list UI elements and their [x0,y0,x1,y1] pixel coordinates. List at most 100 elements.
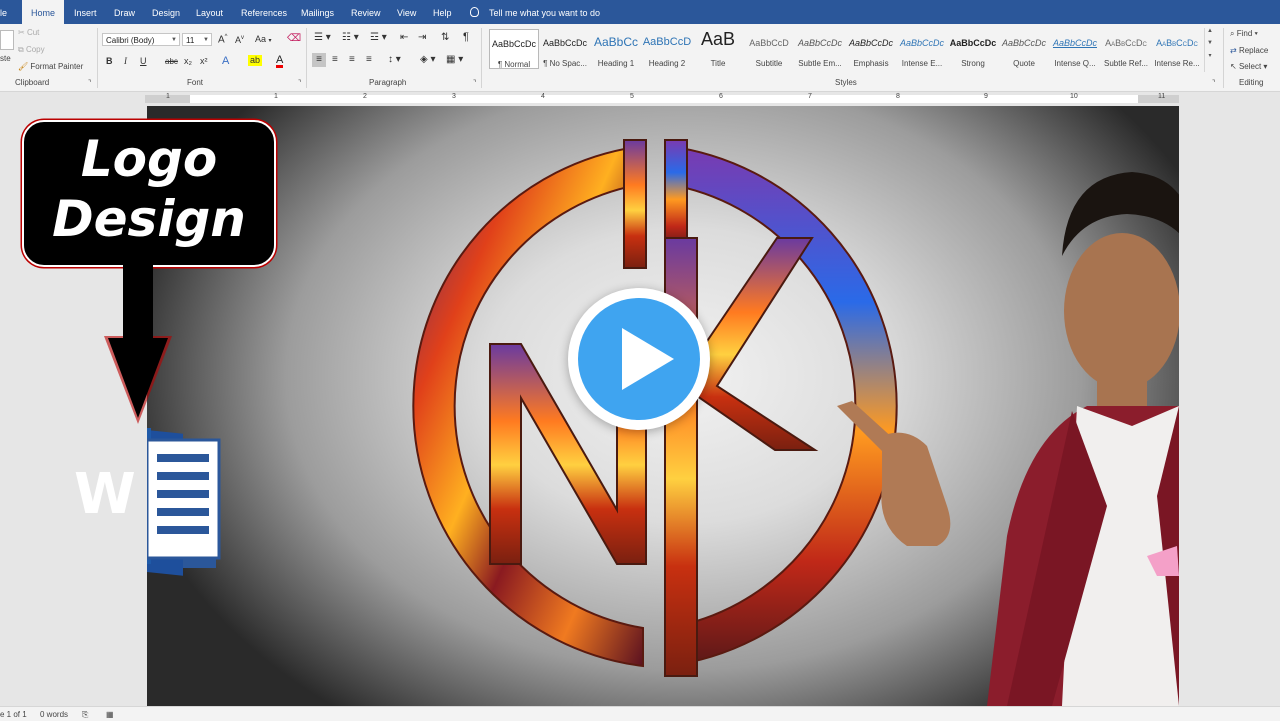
tab-review[interactable]: Review [351,0,381,24]
tab-mailings[interactable]: Mailings [301,0,334,24]
align-right-icon[interactable]: ≡ [349,54,355,65]
copy-label: Copy [25,45,45,54]
font-color-icon[interactable]: A [276,55,284,68]
paste-label[interactable]: ste [0,54,11,63]
decrease-indent-icon[interactable]: ⇤ [400,32,408,43]
chevron-down-icon[interactable]: ▼ [1205,40,1215,46]
style-heading-1[interactable]: AaBbCc Heading 1 [591,29,641,69]
tab-file[interactable]: le [0,0,7,24]
tell-me-search[interactable]: Tell me what you want to do [470,0,600,24]
presenter-photo [837,172,1179,706]
text-effects-icon[interactable]: A [222,55,229,67]
play-button-circle [578,298,700,420]
page-count[interactable]: e 1 of 1 [0,710,27,719]
find-button[interactable]: ⌕ Find ▾ [1230,29,1258,39]
highlight-icon[interactable]: ab [248,55,263,66]
increase-indent-icon[interactable]: ⇥ [418,32,426,43]
style-strong[interactable]: AaBbCcDc Strong [948,29,998,69]
cut-button[interactable]: ✂ Cut [18,28,39,37]
dialog-launcher-icon[interactable]: ⌝ [473,79,476,87]
style-preview: AaBbCcDc [848,38,893,48]
style-subtle-reference[interactable]: AaBbCcDc Subtle Ref... [1101,29,1151,69]
ruler-number: 10 [1070,93,1078,100]
style-no-spacing[interactable]: AaBbCcDc ¶ No Spac... [540,29,590,69]
change-case-button[interactable]: Aa ▾ [255,34,272,44]
style-emphasis[interactable]: AaBbCcDc Emphasis [846,29,896,69]
play-button[interactable] [568,288,710,430]
style-heading-2[interactable]: AaBbCcD Heading 2 [642,29,692,69]
clear-formatting-icon[interactable]: ⌫ [287,33,301,44]
shading-icon[interactable]: ◈ ▾ [420,54,436,65]
justify-icon[interactable]: ≡ [366,54,372,65]
editing-group-label: Editing [1239,78,1264,87]
replace-button[interactable]: ⇄ Replace [1230,46,1268,55]
align-center-icon[interactable]: ≡ [332,54,338,65]
ruler-number: 9 [984,93,988,100]
style-intense-quote[interactable]: AaBbCcDc Intense Q... [1050,29,1100,69]
sort-icon[interactable]: ⇅ [441,32,449,43]
ruler-number: 2 [363,93,367,100]
subscript-button[interactable]: x₂ [184,56,192,66]
multilevel-list-icon[interactable]: ☲ ▾ [370,32,387,43]
borders-icon[interactable]: ▦ ▾ [446,54,463,65]
tab-home[interactable]: Home [22,0,65,25]
ribbon-tab-bar: le Home Insert Draw Design Layout Refere… [0,0,1280,25]
word-icon-letter: W [74,462,136,527]
style-name: Intense Re... [1154,59,1200,68]
superscript-button[interactable]: x² [200,56,208,66]
style-subtitle[interactable]: AaBbCcD Subtitle [744,29,794,69]
tab-help[interactable]: Help [433,0,452,24]
tab-view[interactable]: View [397,0,416,24]
ruler-number: 8 [896,93,900,100]
tab-insert[interactable]: Insert [74,0,97,24]
lightbulb-icon [470,7,479,17]
macro-recording-icon[interactable]: ▦ [106,710,114,719]
font-name-select[interactable]: Calibri (Body) ▼ [102,33,180,46]
ruler-text-area [190,95,1138,103]
status-bar: e 1 of 1 0 words ⎘ ▦ [0,706,1280,721]
tab-layout[interactable]: Layout [196,0,223,24]
style-quote[interactable]: AaBbCcDc Quote [999,29,1049,69]
copy-button[interactable]: ⧉ Copy [18,45,45,55]
numbering-icon[interactable]: ☷ ▾ [342,32,359,43]
style-title[interactable]: AaB Title [693,29,743,69]
font-size-select[interactable]: 11 ▼ [182,33,212,46]
styles-group-label: Styles [835,78,857,87]
dialog-launcher-icon[interactable]: ⌝ [1212,79,1215,87]
style-normal[interactable]: AaBbCcDc ¶ Normal [489,29,539,69]
line-spacing-icon[interactable]: ↕ ▾ [388,54,401,65]
tell-me-text: Tell me what you want to do [489,8,601,18]
grow-font-button[interactable]: A^ [218,34,228,45]
dialog-launcher-icon[interactable]: ⌝ [88,79,91,87]
italic-button[interactable]: I [124,56,127,66]
styles-scroll[interactable]: ▲ ▼ ▾ [1204,28,1215,72]
underline-button[interactable]: U [140,56,147,66]
proofing-icon[interactable]: ⎘ [82,710,88,720]
tab-design[interactable]: Design [152,0,180,24]
play-icon [622,328,674,390]
tab-references[interactable]: References [241,0,287,24]
bullets-icon[interactable]: ☰ ▾ [314,32,331,43]
chevron-up-icon[interactable]: ▲ [1205,28,1215,34]
style-name: Subtle Ref... [1103,59,1149,68]
dialog-launcher-icon[interactable]: ⌝ [298,79,301,87]
logo-letter-k-legs [696,237,819,451]
horizontal-ruler[interactable]: 1 1 2 3 4 5 6 7 8 9 10 11 [0,92,1280,106]
show-marks-icon[interactable]: ¶ [463,31,469,43]
style-subtle-emphasis[interactable]: AaBbCcDc Subtle Em... [795,29,845,69]
more-styles-icon[interactable]: ▾ [1205,52,1215,59]
tab-draw[interactable]: Draw [114,0,135,24]
style-name: ¶ No Spac... [543,59,587,68]
bold-button[interactable]: B [106,56,113,66]
word-count[interactable]: 0 words [40,710,68,719]
select-button[interactable]: ↖ Select ▾ [1230,62,1267,71]
strikethrough-button[interactable]: abc [165,57,178,66]
format-painter-button[interactable]: 🖌 Format Painter [18,62,83,71]
align-left-icon[interactable]: ≡ [312,53,326,67]
shrink-font-button[interactable]: Av [235,35,244,45]
style-intense-emphasis[interactable]: AaBbCcDc Intense E... [897,29,947,69]
style-intense-reference[interactable]: AaBbCcDc Intense Re... [1152,29,1202,69]
style-preview: AaBbCcDc [542,38,587,48]
paste-icon[interactable] [0,30,14,50]
font-size-value: 11 [186,36,195,45]
